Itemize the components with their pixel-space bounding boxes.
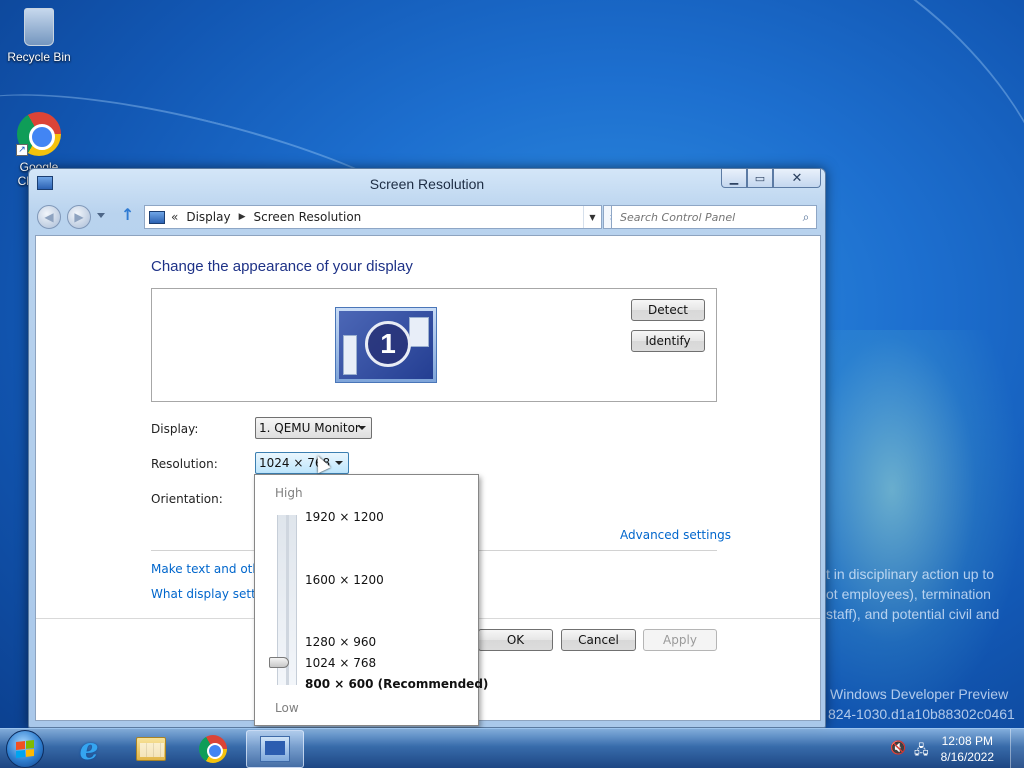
title-bar[interactable]: Screen Resolution ▁ ▭ ✕ xyxy=(29,169,825,199)
taskbar-google-chrome[interactable] xyxy=(184,730,242,768)
mini-window-graphic xyxy=(343,335,357,375)
clock-date: 8/16/2022 xyxy=(940,750,994,764)
start-button[interactable] xyxy=(6,730,44,768)
resolution-option-recommended[interactable]: 800 × 600 (Recommended) xyxy=(305,677,488,691)
chevron-down-icon xyxy=(335,461,343,465)
orientation-label: Orientation: xyxy=(151,492,223,506)
monitor-number-badge: 1 xyxy=(365,321,411,367)
desktop-icon-recycle-bin[interactable]: Recycle Bin xyxy=(1,8,77,64)
resolution-option[interactable]: 1600 × 1200 xyxy=(305,573,384,587)
resolution-label: Resolution: xyxy=(151,457,218,471)
maximize-button[interactable]: ▭ xyxy=(747,169,773,188)
wallpaper-glow xyxy=(804,330,1024,730)
volume-muted-icon[interactable]: 🔇 xyxy=(890,741,906,756)
address-bar[interactable]: « Display ▶ Screen Resolution ▼ xyxy=(144,205,602,229)
chevron-down-icon: ▼ xyxy=(589,212,596,222)
chrome-icon xyxy=(199,735,227,763)
advanced-settings-link[interactable]: Advanced settings xyxy=(620,528,731,542)
close-icon: ✕ xyxy=(791,170,803,186)
shortcut-arrow-icon: ↗ xyxy=(16,144,28,156)
recycle-bin-icon xyxy=(24,8,54,46)
taskbar: e 🔇 🖧 12:08 PM 8/16/2022 xyxy=(0,728,1024,768)
slider-high-label: High xyxy=(275,486,303,500)
maximize-icon: ▭ xyxy=(754,171,766,185)
desktop-icon-label: Recycle Bin xyxy=(7,50,71,64)
wallpaper-text: t in disciplinary action up to xyxy=(826,566,995,582)
address-dropdown-button[interactable]: ▼ xyxy=(583,206,601,228)
wallpaper-text: staff), and potential civil and xyxy=(826,606,1000,622)
display-label: Display: xyxy=(151,422,199,436)
wallpaper-text: ot employees), termination xyxy=(826,586,991,602)
breadcrumb-screen-resolution[interactable]: Screen Resolution xyxy=(254,210,362,224)
navigation-bar: ◀ ▶ ↑ « Display ▶ Screen Resolution ▼ ⇄ … xyxy=(37,203,817,231)
monitor-screen: 1 xyxy=(339,311,433,379)
caption-buttons: ▁ ▭ ✕ xyxy=(721,169,821,189)
up-arrow-icon[interactable]: ↑ xyxy=(121,205,134,224)
window-title: Screen Resolution xyxy=(369,176,485,192)
wallpaper-text: 824-1030.d1a10b88302c0461 xyxy=(828,706,1015,722)
taskbar-windows-explorer[interactable] xyxy=(122,730,180,768)
minimize-button[interactable]: ▁ xyxy=(721,169,747,188)
display-settings-icon xyxy=(260,736,290,762)
internet-explorer-icon: e xyxy=(79,731,99,767)
search-input[interactable] xyxy=(612,207,796,227)
search-box[interactable]: ⌕ xyxy=(611,205,817,229)
network-icon[interactable]: 🖧 xyxy=(914,741,929,763)
resolution-option-selected[interactable]: 1024 × 768 xyxy=(305,656,376,670)
chevron-down-icon xyxy=(358,426,366,430)
apply-button[interactable]: Apply xyxy=(643,629,717,651)
close-button[interactable]: ✕ xyxy=(773,169,821,188)
resolution-popup: High 1920 × 1200 1600 × 1200 1280 × 960 … xyxy=(254,474,488,726)
display-select-value: 1. QEMU Monitor xyxy=(259,421,360,435)
identify-button[interactable]: Identify xyxy=(631,330,705,352)
resolution-select[interactable]: 1024 × 768 xyxy=(255,452,349,474)
display-select[interactable]: 1. QEMU Monitor xyxy=(255,417,372,439)
wallpaper-text: Windows Developer Preview xyxy=(830,686,1009,702)
detect-button[interactable]: Detect xyxy=(631,299,705,321)
search-icon[interactable]: ⌕ xyxy=(796,210,816,225)
cancel-button[interactable]: Cancel xyxy=(561,629,636,651)
resolution-option[interactable]: 1920 × 1200 xyxy=(305,510,384,524)
taskbar-screen-resolution[interactable] xyxy=(246,730,304,768)
monitor-preview-area: 1 Detect Identify xyxy=(151,288,717,402)
recent-pages-dropdown[interactable] xyxy=(97,213,105,218)
forward-arrow-icon: ▶ xyxy=(74,210,84,224)
folder-icon xyxy=(136,737,166,761)
mini-window-graphic xyxy=(409,317,429,347)
back-button[interactable]: ◀ xyxy=(37,205,61,229)
slider-thumb[interactable] xyxy=(269,657,289,668)
clock-time: 12:08 PM xyxy=(941,734,993,748)
slider-low-label: Low xyxy=(275,701,299,715)
breadcrumb-separator-icon[interactable]: ▶ xyxy=(239,212,246,222)
page-title: Change the appearance of your display xyxy=(151,258,413,275)
breadcrumb-overflow[interactable]: « xyxy=(171,210,178,224)
taskbar-internet-explorer[interactable]: e xyxy=(60,730,118,768)
windows-logo-icon xyxy=(16,740,34,758)
ok-button[interactable]: OK xyxy=(478,629,553,651)
breadcrumb-display[interactable]: Display xyxy=(186,210,230,224)
minimize-icon: ▁ xyxy=(729,171,739,185)
back-arrow-icon: ◀ xyxy=(44,210,54,224)
resolution-option[interactable]: 1280 × 960 xyxy=(305,635,376,649)
show-desktop-button[interactable] xyxy=(1010,729,1024,768)
monitor-1-thumbnail[interactable]: 1 xyxy=(335,307,437,383)
forward-button[interactable]: ▶ xyxy=(67,205,91,229)
control-panel-icon xyxy=(149,210,165,224)
system-clock[interactable]: 12:08 PM 8/16/2022 xyxy=(941,733,994,765)
